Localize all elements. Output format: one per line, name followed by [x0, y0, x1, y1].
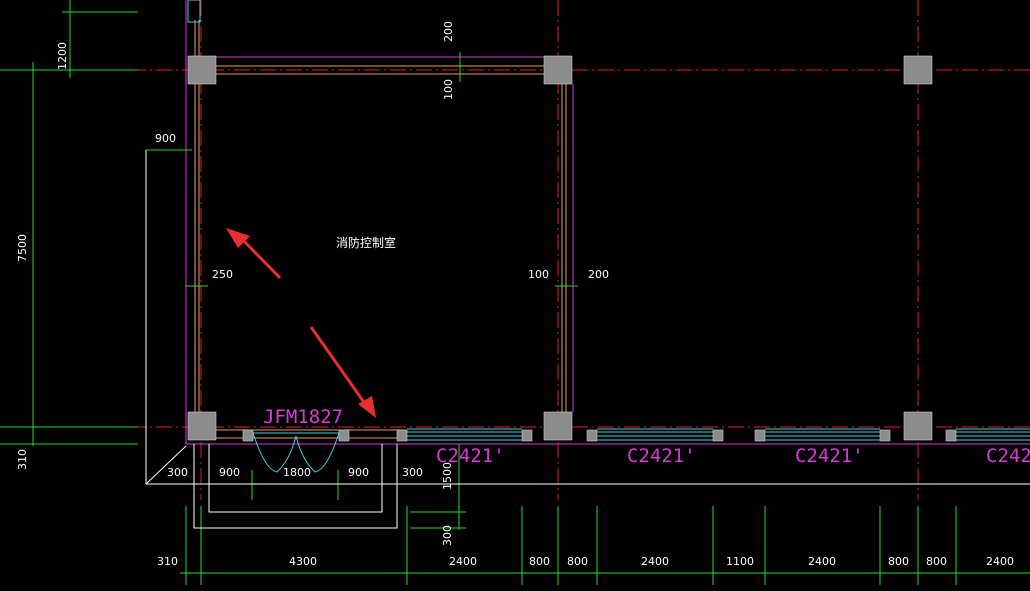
dim-bottom-4300: 4300 [289, 555, 317, 568]
window-tag-4: C242 [986, 445, 1030, 467]
dim-bottom-310: 310 [157, 555, 178, 568]
dim-bottom-2400-4: 2400 [986, 555, 1014, 568]
dim-1500: 1500 [441, 462, 454, 490]
wall-post [338, 429, 350, 442]
outlines [145, 150, 1030, 529]
dim-bottom-800-1: 800 [529, 555, 550, 568]
columns [187, 55, 957, 442]
dim-bottom-1100: 1100 [726, 555, 754, 568]
window-c2421-4 [956, 428, 1030, 441]
dim-200-right: 200 [588, 268, 609, 281]
dim-door-900-left: 900 [219, 466, 240, 479]
dim-1200: 1200 [56, 42, 69, 70]
door-tag: JFM1827 [263, 406, 343, 428]
dim-200-top: 200 [442, 21, 455, 42]
annotation-arrows [226, 228, 376, 418]
window-c2421-1 [407, 428, 522, 441]
dim-bottom-800-2: 800 [567, 555, 588, 568]
dim-bottom-2400-1: 2400 [449, 555, 477, 568]
dim-bottom-800-4: 800 [926, 555, 947, 568]
wall-post [396, 429, 408, 442]
dim-900-left: 900 [155, 132, 176, 145]
wall-post [754, 429, 766, 442]
dim-bottom-2400-2: 2400 [641, 555, 669, 568]
column [543, 55, 573, 85]
dim-100-right: 100 [528, 268, 549, 281]
column [187, 55, 217, 85]
column [903, 411, 933, 441]
arrow-up-left-shaft [238, 235, 282, 280]
left-wall-stub [187, 0, 201, 23]
dim-300-vertical: 300 [441, 525, 454, 546]
cad-drawing-canvas[interactable]: 消防控制室 JFM1827 C2421' C2421' C2421' C242 … [0, 0, 1030, 591]
window-c2421-3 [765, 428, 880, 441]
grid-axes [0, 0, 1030, 500]
dim-bottom-2400-3: 2400 [808, 555, 836, 568]
wall-post [242, 429, 254, 442]
column [187, 411, 217, 441]
window-c2421-2 [597, 428, 713, 441]
walls [185, 0, 1030, 445]
dim-door-300-right: 300 [402, 466, 423, 479]
column [543, 411, 573, 441]
window-tag-3: C2421' [795, 445, 864, 467]
dim-7500: 7500 [16, 234, 29, 262]
wall-post [586, 429, 598, 442]
labels: 消防控制室 JFM1827 C2421' C2421' C2421' C242 … [16, 21, 1030, 568]
dimension-lines [0, 0, 1030, 585]
dim-door-900-right: 900 [348, 466, 369, 479]
window-tag-2: C2421' [627, 445, 696, 467]
dim-door-1800: 1800 [283, 466, 311, 479]
dim-door-300-left: 300 [167, 466, 188, 479]
wall-post [879, 429, 891, 442]
wall-post [521, 429, 533, 442]
wall-post [712, 429, 724, 442]
wall-post [945, 429, 957, 442]
dim-250: 250 [212, 268, 233, 281]
column [903, 55, 933, 85]
step-outline-outer [193, 444, 398, 529]
dim-100-top: 100 [442, 79, 455, 100]
arrow-down-right-shaft [309, 326, 370, 409]
room-label: 消防控制室 [336, 235, 396, 250]
dim-bottom-800-3: 800 [888, 555, 909, 568]
dim-310-left: 310 [16, 449, 29, 470]
